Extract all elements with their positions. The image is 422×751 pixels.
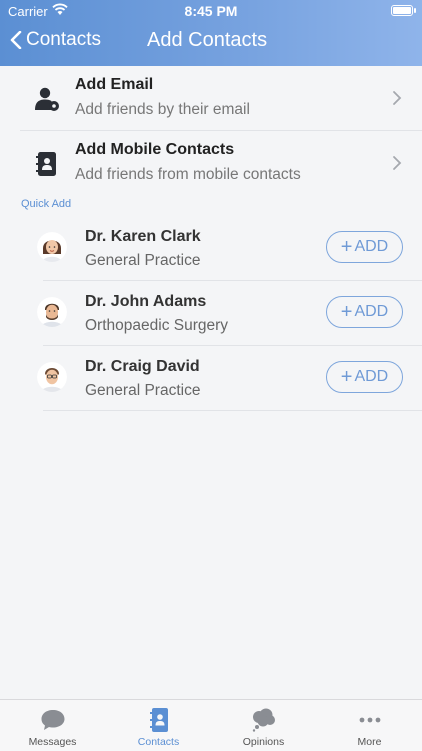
contact-name: Dr. Craig David bbox=[85, 358, 200, 375]
avatar bbox=[37, 232, 67, 262]
plus-icon: + bbox=[340, 301, 353, 323]
tab-label: Opinions bbox=[242, 736, 285, 748]
tab-more[interactable]: More bbox=[317, 700, 422, 751]
tab-contacts[interactable]: Contacts bbox=[106, 700, 211, 751]
add-button-label: ADD bbox=[354, 368, 389, 385]
back-label: Contacts bbox=[26, 29, 101, 50]
contact-name: Dr. Karen Clark bbox=[85, 228, 201, 245]
thought-cloud-icon bbox=[252, 708, 275, 732]
header: Carrier 8:45 PM Contacts Add Contacts bbox=[0, 0, 422, 66]
tab-bar: Messages Contacts Opinions More bbox=[0, 699, 422, 751]
tab-label: Contacts bbox=[137, 736, 180, 748]
status-bar: Carrier 8:45 PM bbox=[0, 0, 422, 22]
add-contact-button[interactable]: + ADD bbox=[326, 296, 403, 328]
tab-label: Messages bbox=[28, 736, 77, 748]
navigation-bar: Contacts Add Contacts bbox=[0, 26, 422, 60]
add-contact-button[interactable]: + ADD bbox=[326, 231, 403, 263]
person-gear-icon bbox=[35, 87, 59, 111]
add-email-row[interactable]: Add Email Add friends by their email bbox=[20, 66, 422, 131]
contact-row: Dr. Craig David General Practice + ADD bbox=[37, 346, 422, 411]
chevron-right-icon bbox=[393, 156, 402, 170]
add-contact-button[interactable]: + ADD bbox=[326, 361, 403, 393]
add-mobile-title: Add Mobile Contacts bbox=[75, 141, 235, 158]
contact-row: Dr. Karen Clark General Practice + ADD bbox=[37, 216, 422, 281]
back-button[interactable]: Contacts bbox=[10, 29, 101, 51]
add-email-subtitle: Add friends by their email bbox=[75, 101, 250, 118]
contact-row: Dr. John Adams Orthopaedic Surgery + ADD bbox=[37, 281, 422, 346]
contact-name: Dr. John Adams bbox=[85, 293, 207, 310]
tab-opinions[interactable]: Opinions bbox=[211, 700, 316, 751]
add-mobile-contacts-row[interactable]: Add Mobile Contacts Add friends from mob… bbox=[20, 131, 422, 195]
clock: 8:45 PM bbox=[184, 3, 238, 19]
avatar bbox=[37, 362, 67, 392]
add-email-title: Add Email bbox=[75, 76, 154, 93]
add-button-label: ADD bbox=[354, 238, 389, 255]
contact-specialty: General Practice bbox=[85, 252, 201, 269]
tab-messages[interactable]: Messages bbox=[0, 700, 105, 751]
chevron-left-icon bbox=[10, 31, 22, 49]
page-title: Add Contacts bbox=[147, 29, 268, 51]
chat-bubble-icon bbox=[41, 710, 64, 730]
contacts-book-icon bbox=[149, 708, 168, 732]
contact-specialty: General Practice bbox=[85, 382, 201, 399]
add-button-label: ADD bbox=[354, 303, 389, 320]
plus-icon: + bbox=[340, 366, 353, 388]
avatar bbox=[37, 297, 67, 327]
add-mobile-subtitle: Add friends from mobile contacts bbox=[75, 166, 301, 183]
contact-specialty: Orthopaedic Surgery bbox=[85, 317, 229, 334]
address-book-icon bbox=[36, 152, 56, 176]
tab-label: More bbox=[357, 736, 382, 748]
quick-add-heading: Quick Add bbox=[21, 198, 72, 210]
chevron-right-icon bbox=[393, 91, 402, 105]
battery-icon bbox=[391, 5, 416, 16]
ellipsis-icon bbox=[359, 717, 380, 723]
plus-icon: + bbox=[340, 236, 353, 258]
